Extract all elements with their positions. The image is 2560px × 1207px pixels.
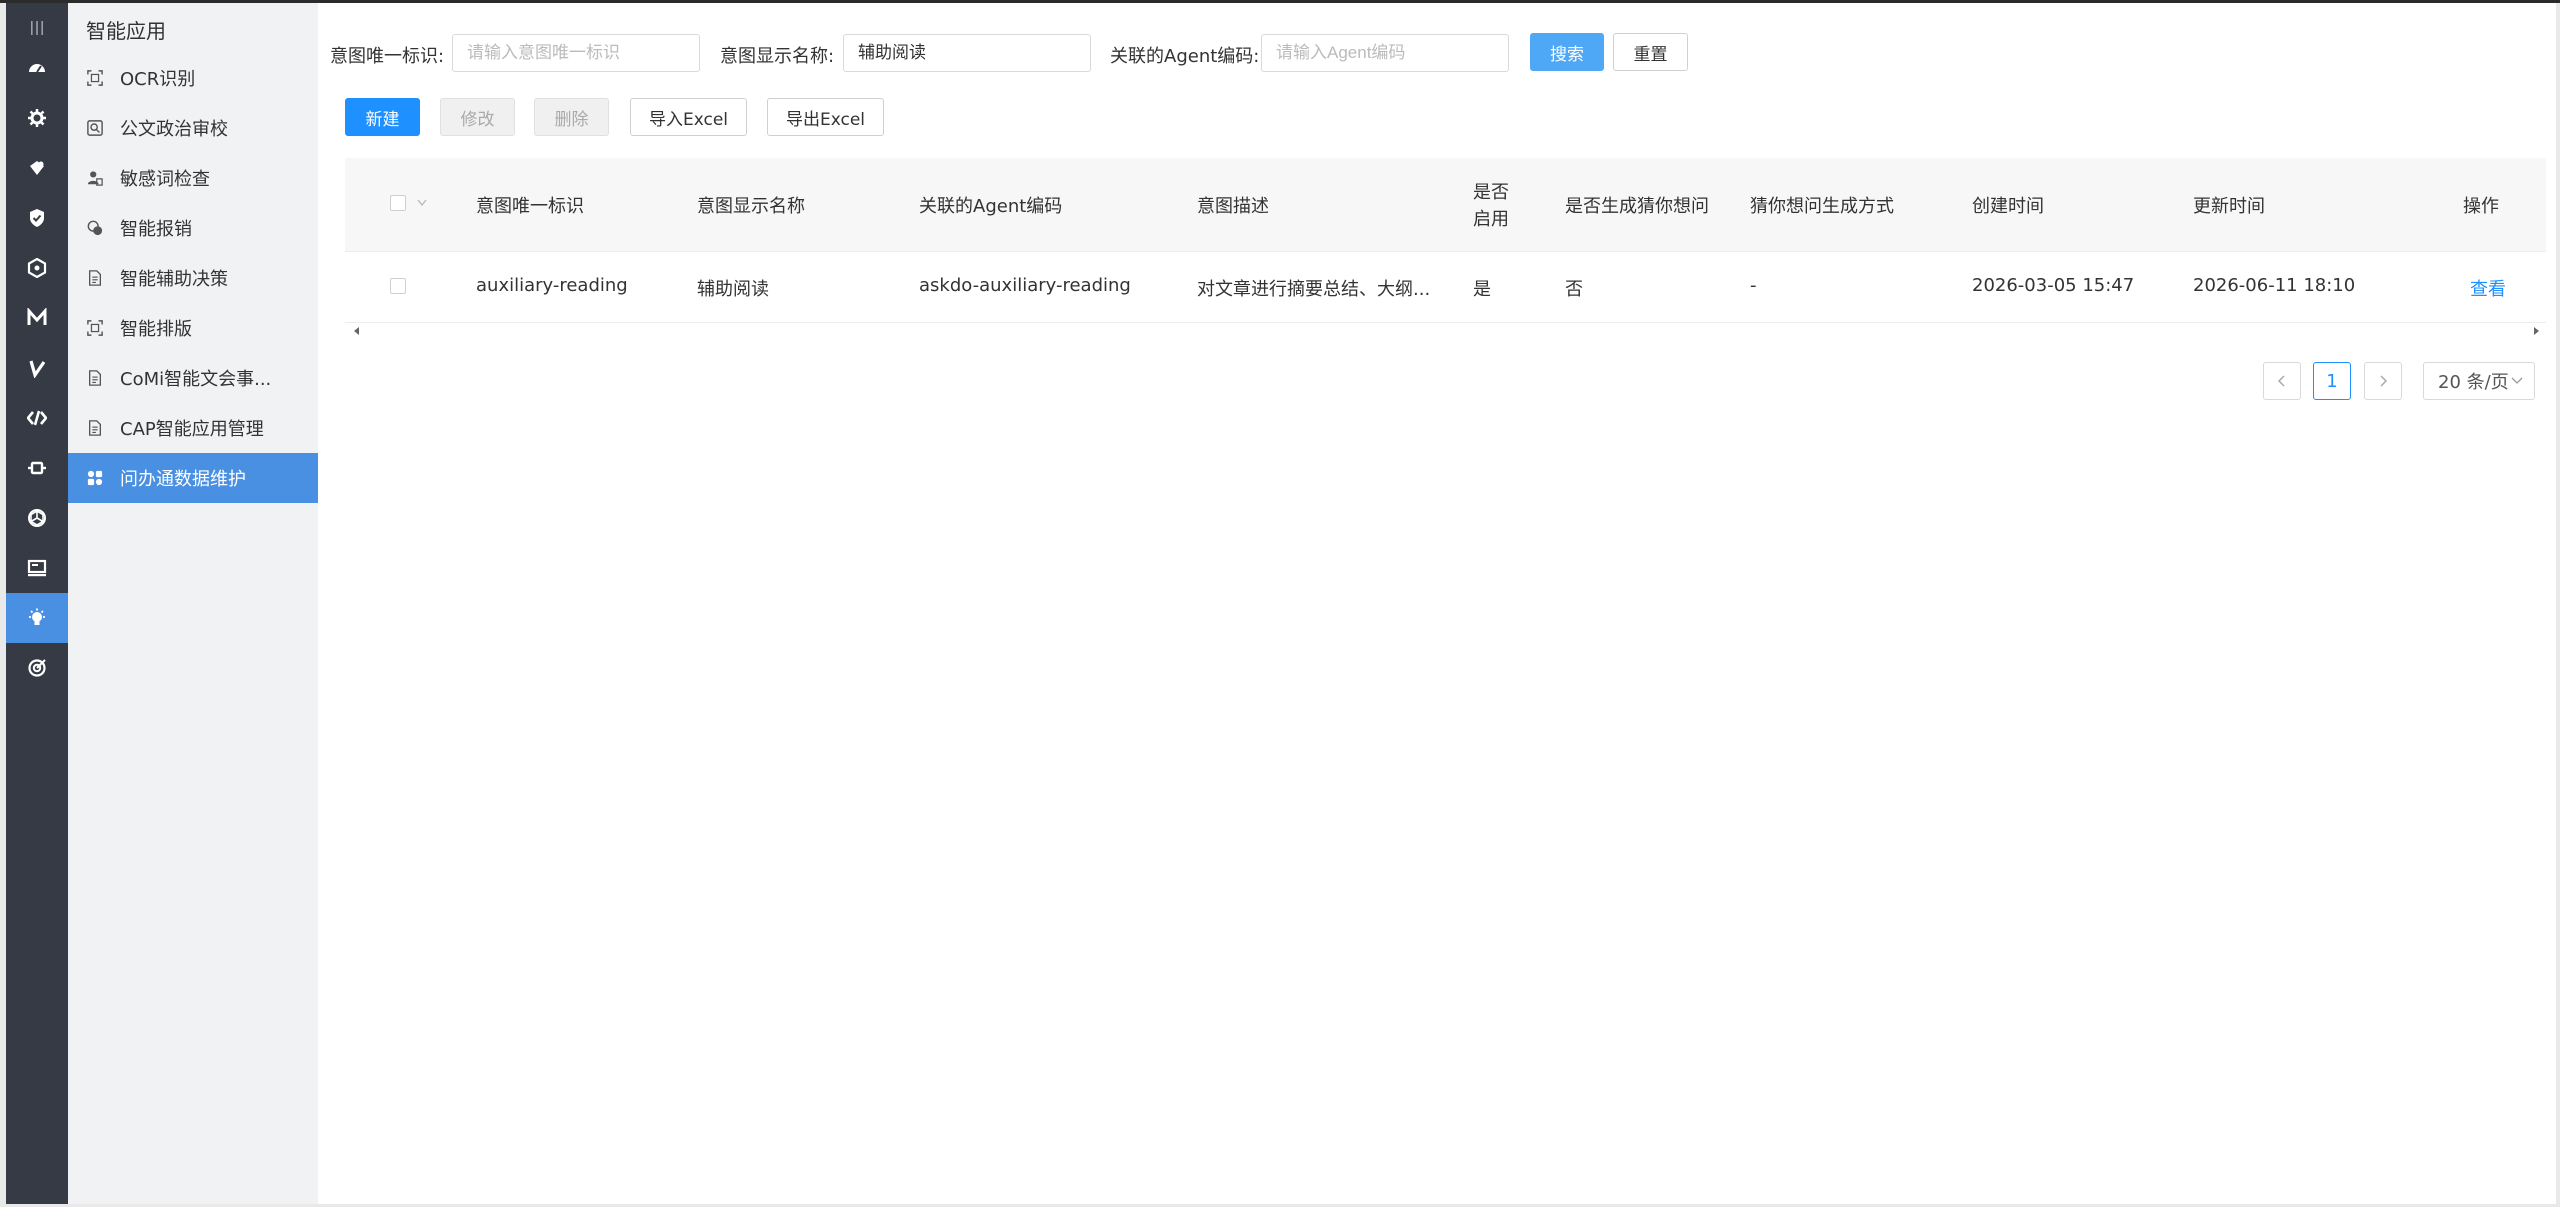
search-button[interactable]: 搜索 — [1530, 33, 1604, 71]
page-size-select[interactable]: 20 条/页 — [2423, 362, 2535, 400]
user-check-icon — [86, 169, 104, 187]
prev-page-button[interactable] — [2263, 362, 2301, 400]
v-logo-icon[interactable] — [6, 343, 68, 393]
code-icon[interactable] — [6, 393, 68, 443]
hexagon-icon[interactable] — [6, 243, 68, 293]
sidebar-item-data-maintenance[interactable]: 问办通数据维护 — [68, 453, 318, 503]
shield-check-icon[interactable] — [6, 193, 68, 243]
plugin-icon[interactable] — [6, 443, 68, 493]
puzzle-icon[interactable] — [6, 143, 68, 193]
col-guess-enabled: 是否生成猜你想问 — [1565, 196, 1709, 217]
select-all-checkbox[interactable] — [390, 195, 406, 211]
edit-button[interactable]: 修改 — [440, 98, 515, 136]
sidebar-item-label: 智能报销 — [120, 219, 192, 240]
col-actions: 操作 — [2463, 196, 2499, 217]
cell-intent-name: 辅助阅读 — [697, 279, 769, 300]
agent-code-label: 关联的Agent编码: — [1110, 46, 1260, 67]
document-icon — [86, 419, 104, 437]
cell-created: 2026-03-05 15:47 — [1972, 275, 2135, 296]
scan-icon — [86, 319, 104, 337]
delete-button[interactable]: 删除 — [534, 98, 609, 136]
sidebar-item-label: 智能辅助决策 — [120, 269, 228, 290]
table-header: 意图唯一标识 意图显示名称 关联的Agent编码 意图描述 是否 启用 是否生成… — [345, 158, 2546, 252]
chevron-down-icon — [2511, 377, 2523, 384]
monitor-icon[interactable] — [6, 543, 68, 593]
view-link[interactable]: 查看 — [2470, 275, 2506, 301]
cube-icon[interactable] — [6, 493, 68, 543]
sidebar-item-comi[interactable]: CoMi智能文会事... — [68, 353, 318, 403]
table-horizontal-scrollbar[interactable] — [345, 324, 2546, 338]
scroll-right-arrow-icon[interactable] — [2532, 327, 2540, 335]
col-description: 意图描述 — [1197, 196, 1269, 217]
sidebar-item-label: OCR识别 — [120, 69, 196, 90]
target-icon[interactable] — [6, 643, 68, 693]
sidebar-item-reimbursement[interactable]: 智能报销 — [68, 203, 318, 253]
cell-intent-id: auxiliary-reading — [476, 275, 628, 296]
col-intent-name: 意图显示名称 — [697, 196, 805, 217]
agent-code-input[interactable] — [1261, 34, 1509, 72]
cell-updated: 2026-06-11 18:10 — [2193, 275, 2356, 296]
document-icon — [86, 269, 104, 287]
apps-icon — [86, 469, 104, 487]
dashboard-icon[interactable] — [6, 43, 68, 93]
sidebar-item-label: CoMi智能文会事... — [120, 369, 272, 390]
coins-icon — [86, 219, 104, 237]
sidebar-item-label: 问办通数据维护 — [120, 469, 246, 490]
col-created: 创建时间 — [1972, 196, 2044, 217]
scan-icon — [86, 69, 104, 87]
app-sidebar: 智能应用 OCR识别 公文政治审校 敏感词检查 智能报销 智能辅助决策 智能排版… — [68, 3, 318, 1204]
chevron-left-icon — [2277, 375, 2285, 387]
page-size-value: 20 条/页 — [2438, 372, 2509, 393]
col-enabled-line1: 是否 — [1473, 182, 1509, 203]
intent-name-label: 意图显示名称: — [720, 46, 835, 67]
new-button[interactable]: 新建 — [345, 98, 420, 136]
reset-button[interactable]: 重置 — [1613, 33, 1688, 71]
col-agent-code: 关联的Agent编码 — [919, 196, 1063, 217]
sidebar-item-political-review[interactable]: 公文政治审校 — [68, 103, 318, 153]
document-icon — [86, 369, 104, 387]
lightbulb-icon[interactable] — [6, 593, 68, 643]
settings-gear-icon[interactable] — [6, 93, 68, 143]
scroll-left-arrow-icon[interactable] — [353, 327, 361, 335]
export-excel-button[interactable]: 导出Excel — [767, 98, 884, 136]
intent-id-input[interactable] — [452, 34, 700, 72]
chevron-down-icon[interactable] — [417, 199, 427, 207]
sidebar-item-decision-support[interactable]: 智能辅助决策 — [68, 253, 318, 303]
sidebar-item-typesetting[interactable]: 智能排版 — [68, 303, 318, 353]
col-guess-mode: 猜你想问生成方式 — [1750, 196, 1894, 217]
m-logo-icon[interactable] — [6, 293, 68, 343]
cell-guess-mode: - — [1750, 275, 1757, 296]
sidebar-item-label: 公文政治审校 — [120, 119, 228, 140]
import-excel-button[interactable]: 导入Excel — [630, 98, 747, 136]
intent-id-label: 意图唯一标识: — [330, 46, 445, 67]
sidebar-item-label: 敏感词检查 — [120, 169, 210, 190]
col-enabled-line2: 启用 — [1473, 209, 1509, 230]
next-page-button[interactable] — [2364, 362, 2402, 400]
sidebar-item-label: 智能排版 — [120, 319, 192, 340]
table-row: auxiliary-reading 辅助阅读 askdo-auxiliary-r… — [345, 252, 2546, 323]
sidebar-item-sensitive-words[interactable]: 敏感词检查 — [68, 153, 318, 203]
cell-guess-enabled: 否 — [1565, 279, 1583, 300]
cell-enabled: 是 — [1473, 279, 1491, 300]
col-intent-id: 意图唯一标识 — [476, 196, 584, 217]
icon-rail — [6, 3, 68, 1204]
cell-description: 对文章进行摘要总结、大纲... — [1197, 279, 1431, 300]
search-doc-icon — [86, 119, 104, 137]
sidebar-item-label: CAP智能应用管理 — [120, 419, 264, 440]
chevron-right-icon — [2380, 375, 2388, 387]
row-checkbox[interactable] — [390, 278, 406, 294]
sidebar-title: 智能应用 — [86, 19, 166, 43]
intent-name-input[interactable]: 辅助阅读 — [843, 34, 1091, 72]
page-1-button[interactable]: 1 — [2313, 362, 2351, 400]
col-updated: 更新时间 — [2193, 196, 2265, 217]
sidebar-item-ocr[interactable]: OCR识别 — [68, 53, 318, 103]
sidebar-item-cap[interactable]: CAP智能应用管理 — [68, 403, 318, 453]
cell-agent-code: askdo-auxiliary-reading — [919, 275, 1131, 296]
